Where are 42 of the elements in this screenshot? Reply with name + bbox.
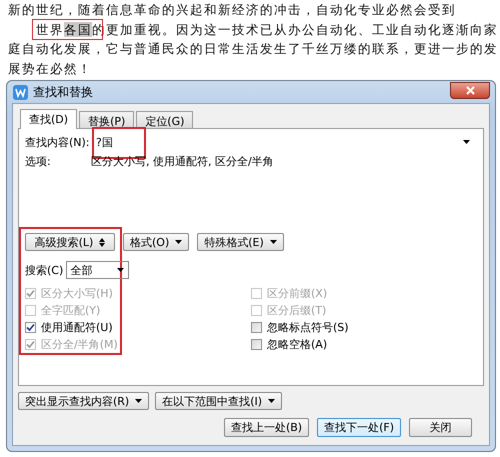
search-label: 搜索(C)	[25, 262, 64, 278]
dropdown-arrow-icon	[463, 140, 470, 144]
checkbox-label: 全字匹配(Y)	[41, 302, 100, 318]
options-value: 区分大小写, 使用通配符, 区分全/半角	[91, 154, 274, 169]
caret-icon	[268, 399, 276, 403]
caret-icon	[175, 240, 182, 244]
tab[interactable]: 定位(G)	[136, 111, 194, 128]
checkbox-label: 区分全/半角(M)	[41, 336, 118, 352]
checkbox-label: 使用通配符(U)	[41, 320, 113, 334]
document-text: 庭自动化发展，它与普通民众的日常生活发生了千丝万缕的联系，更进一步的发	[8, 40, 499, 58]
checkbox-label: 忽略空格(A)	[267, 336, 328, 352]
checkbox-label: 区分前缀(X)	[267, 286, 328, 300]
checkbox-label: 区分大小写(H)	[41, 286, 113, 300]
dropdown-button[interactable]: 高级搜索(L)	[25, 233, 115, 251]
options-label: 选项:	[25, 154, 52, 169]
dialog-button[interactable]: 关闭	[409, 418, 472, 437]
document-text: 展势在必然！	[8, 60, 93, 78]
dropdown-arrow-icon	[117, 268, 124, 272]
tab[interactable]: 替换(P)	[79, 111, 134, 128]
search-scope-dropdown[interactable]: 全部	[66, 261, 130, 279]
close-icon	[466, 86, 474, 94]
up-down-icon	[99, 238, 106, 246]
app-logo-icon	[13, 84, 28, 100]
annotation-frame	[32, 19, 102, 40]
field-label: 查找内容(N):	[25, 134, 91, 150]
checkbox[interactable]	[251, 338, 262, 350]
dropdown-button[interactable]: 在以下范围中查找(I)	[155, 392, 282, 410]
dialog-button[interactable]: 查找上一处(B)	[224, 418, 310, 437]
checkbox-label: 忽略标点符号(S)	[267, 320, 349, 334]
dropdown-button[interactable]: 突出显示查找内容(R)	[18, 392, 150, 410]
window-title: 查找和替换	[33, 84, 94, 100]
dropdown-button[interactable]: 特殊格式(E)	[197, 233, 284, 251]
close-button[interactable]	[450, 82, 490, 98]
document-text: 新的世纪，随着信息革命的兴起和新经济的冲击，自动化专业必然会受到	[8, 1, 457, 19]
dropdown-button[interactable]: 格式(O)	[123, 233, 190, 251]
dialog-button[interactable]: 查找下一处(F)	[317, 418, 401, 437]
caret-icon	[135, 399, 142, 403]
tab[interactable]: 查找(D)	[20, 109, 78, 129]
checkbox-label: 区分后缀(T)	[267, 302, 326, 318]
checkbox[interactable]	[251, 322, 262, 332]
checkbox[interactable]	[25, 322, 36, 332]
caret-icon	[270, 240, 277, 244]
